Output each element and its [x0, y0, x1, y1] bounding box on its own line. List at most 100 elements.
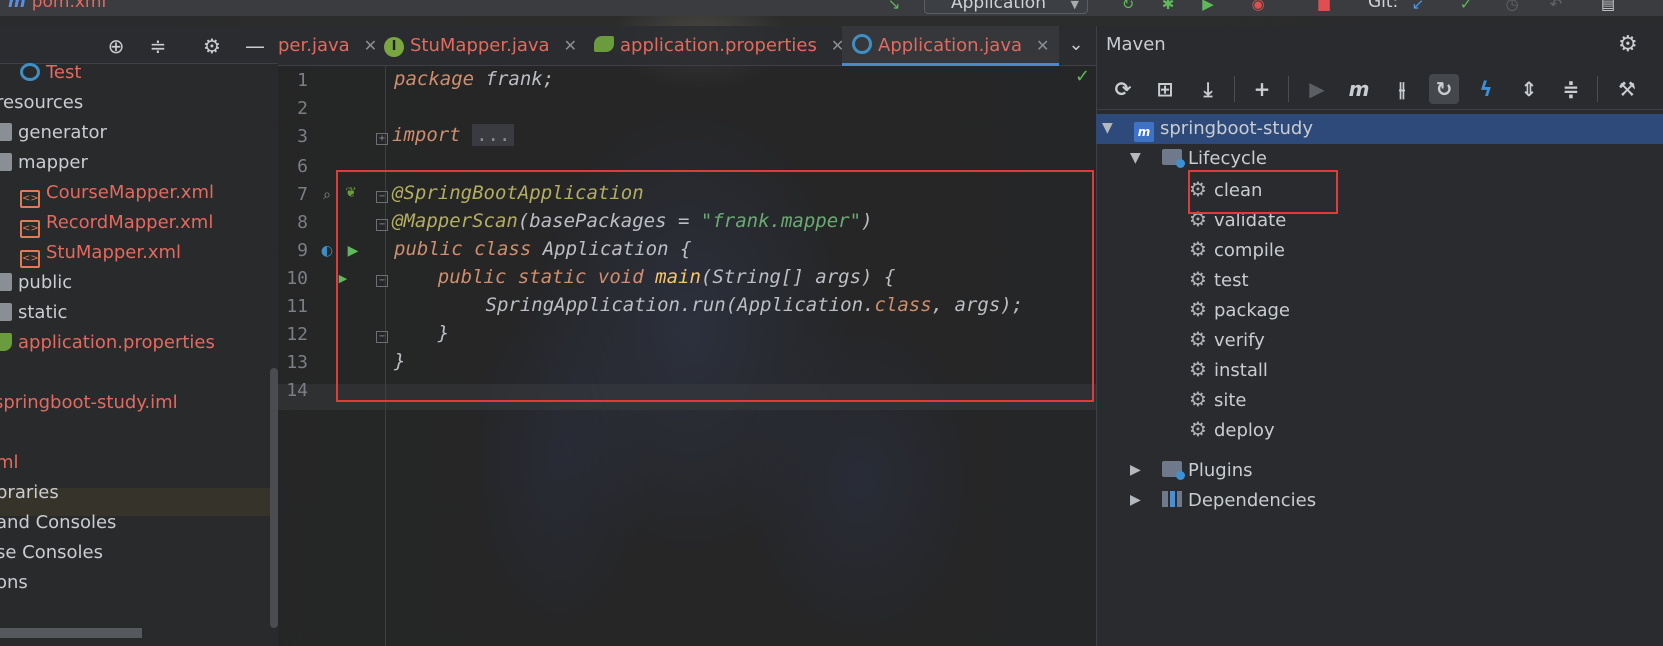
- layout-icon[interactable]: ▤: [1600, 0, 1616, 12]
- chevron-down-icon[interactable]: ▼: [1130, 150, 1141, 166]
- tree-item-generator[interactable]: generator: [0, 118, 107, 148]
- tree-item-static[interactable]: static: [0, 298, 67, 328]
- properties-file-icon: [0, 333, 12, 351]
- rerun-icon[interactable]: ↻: [1120, 0, 1136, 12]
- inspection-ok-icon: ✓: [1075, 66, 1091, 87]
- tree-item-scratches[interactable]: and Consoles: [0, 508, 116, 538]
- reload-icon[interactable]: ⟳: [1108, 74, 1138, 104]
- run-config-dropdown[interactable]: Application ▼: [924, 0, 1088, 14]
- toolbar-separator: [1597, 76, 1598, 102]
- gear-icon[interactable]: ⚙: [200, 34, 224, 58]
- hide-icon[interactable]: —: [243, 34, 267, 58]
- fold-icon[interactable]: +: [376, 133, 388, 145]
- xml-file-icon: <>: [20, 220, 40, 238]
- close-icon[interactable]: ✕: [1036, 36, 1049, 55]
- folder-icon: [0, 153, 12, 171]
- goal-deploy[interactable]: ⚙ deploy: [1188, 414, 1275, 444]
- chevron-down-icon[interactable]: ▼: [1102, 120, 1113, 136]
- lifecycle-folder-icon: [1162, 149, 1185, 168]
- tree-item-extensions[interactable]: ons: [0, 568, 28, 598]
- goal-install[interactable]: ⚙ install: [1188, 354, 1268, 384]
- coverage-icon[interactable]: ▶: [1200, 0, 1216, 12]
- tree-item-mapper[interactable]: mapper: [0, 148, 88, 178]
- maven-dependencies[interactable]: Dependencies: [1162, 486, 1316, 516]
- line-number: 14: [286, 380, 308, 401]
- goal-site[interactable]: ⚙ site: [1188, 384, 1246, 414]
- tree-item-recordmapper[interactable]: <> RecordMapper.xml: [20, 208, 213, 238]
- highlight-box-code: [336, 170, 1094, 402]
- tree-item-stumapper[interactable]: <> StuMapper.xml: [20, 238, 181, 268]
- maven-project-springboot-study[interactable]: m springboot-study: [1134, 114, 1313, 144]
- tab-mapper-java[interactable]: per.java ✕: [278, 26, 377, 66]
- code-line-3: + import ...: [376, 124, 515, 146]
- git-label: Git:: [1368, 0, 1399, 12]
- gear-icon: ⚙: [1189, 297, 1207, 321]
- toggle-offline-icon[interactable]: ⫲: [1387, 74, 1417, 104]
- build-hammer-icon[interactable]: ↘: [886, 0, 902, 12]
- current-file[interactable]: m pom.xml: [8, 0, 106, 12]
- tab-application-java[interactable]: Application.java ✕: [842, 26, 1060, 66]
- tree-item-libraries[interactable]: braries: [0, 478, 59, 508]
- project-scrollbar[interactable]: [270, 368, 278, 628]
- expand-all-icon[interactable]: ⇕: [1514, 74, 1544, 104]
- close-icon[interactable]: ✕: [564, 36, 577, 55]
- plugins-folder-icon: [1162, 461, 1185, 480]
- chevron-right-icon[interactable]: ▶: [1130, 492, 1141, 508]
- spring-icon[interactable]: ◐: [318, 242, 336, 260]
- git-update-icon[interactable]: ↙: [1410, 0, 1426, 12]
- skip-tests-icon[interactable]: ↻: [1429, 74, 1459, 104]
- download-icon[interactable]: ⤓: [1193, 74, 1223, 104]
- collapse-icon[interactable]: ≑: [146, 34, 170, 58]
- lightning-icon[interactable]: ϟ: [1471, 74, 1501, 104]
- git-history-icon[interactable]: ◷: [1504, 0, 1520, 12]
- tree-item-resources[interactable]: resources: [0, 88, 83, 118]
- goal-verify[interactable]: ⚙ verify: [1188, 324, 1265, 354]
- close-icon[interactable]: ✕: [364, 36, 377, 55]
- folder-icon: [0, 303, 12, 321]
- goal-test[interactable]: ⚙ test: [1188, 264, 1249, 294]
- project-hscrollbar[interactable]: [0, 628, 142, 638]
- plus-icon[interactable]: +: [1247, 74, 1277, 104]
- maven-m-icon[interactable]: m: [1344, 74, 1374, 104]
- chevron-right-icon[interactable]: ▶: [1130, 462, 1141, 478]
- gear-icon: ⚙: [1189, 387, 1207, 411]
- wrench-icon[interactable]: ⚒: [1612, 74, 1642, 104]
- maven-plugins[interactable]: Plugins: [1162, 456, 1252, 486]
- line-number: 10: [286, 268, 308, 289]
- line-number: 7: [297, 184, 308, 205]
- code-line-1: package frank;: [394, 68, 555, 90]
- goal-package[interactable]: ⚙ package: [1188, 294, 1290, 324]
- tree-item-consoles[interactable]: se Consoles: [0, 538, 103, 568]
- line-number: 6: [297, 156, 308, 177]
- locate-icon[interactable]: ⊕: [104, 34, 128, 58]
- line-number: 3: [297, 126, 308, 147]
- git-rollback-icon[interactable]: ↶: [1548, 0, 1564, 12]
- gear-icon: ⚙: [1189, 327, 1207, 351]
- tab-application-properties[interactable]: application.properties ✕: [594, 26, 844, 66]
- tree-item-iml[interactable]: springboot-study.iml: [0, 388, 178, 418]
- chevron-down-icon: ▼: [1070, 0, 1079, 11]
- line-number: 1: [297, 70, 308, 91]
- tree-item-pom[interactable]: ml: [0, 448, 19, 478]
- chevron-down-icon[interactable]: ⌄: [1064, 34, 1088, 58]
- line-number: 8: [297, 212, 308, 233]
- toolbar-separator: [1288, 76, 1289, 102]
- folder-icon: [0, 123, 12, 141]
- debug-icon[interactable]: ✱: [1160, 0, 1176, 12]
- tree-item-application-properties[interactable]: application.properties: [0, 328, 215, 358]
- gear-icon: ⚙: [1189, 267, 1207, 291]
- run-icon[interactable]: ▶: [1302, 74, 1332, 104]
- collapse-all-icon[interactable]: ≑: [1556, 74, 1586, 104]
- add-folder-icon[interactable]: ⊞: [1150, 74, 1180, 104]
- stop-icon[interactable]: ■: [1316, 0, 1332, 12]
- search-icon[interactable]: ⌕: [318, 186, 336, 204]
- gear-icon[interactable]: ⚙: [1618, 32, 1638, 57]
- profile-icon[interactable]: ◉: [1250, 0, 1266, 12]
- git-commit-icon[interactable]: ✓: [1458, 0, 1474, 12]
- tree-item-public[interactable]: public: [0, 268, 72, 298]
- tree-item-test[interactable]: Test: [20, 58, 81, 88]
- dependencies-icon: [1162, 491, 1182, 507]
- tab-stumapper-java[interactable]: I StuMapper.java ✕: [384, 26, 577, 66]
- goal-compile[interactable]: ⚙ compile: [1188, 234, 1285, 264]
- tree-item-coursemapper[interactable]: <> CourseMapper.xml: [20, 178, 214, 208]
